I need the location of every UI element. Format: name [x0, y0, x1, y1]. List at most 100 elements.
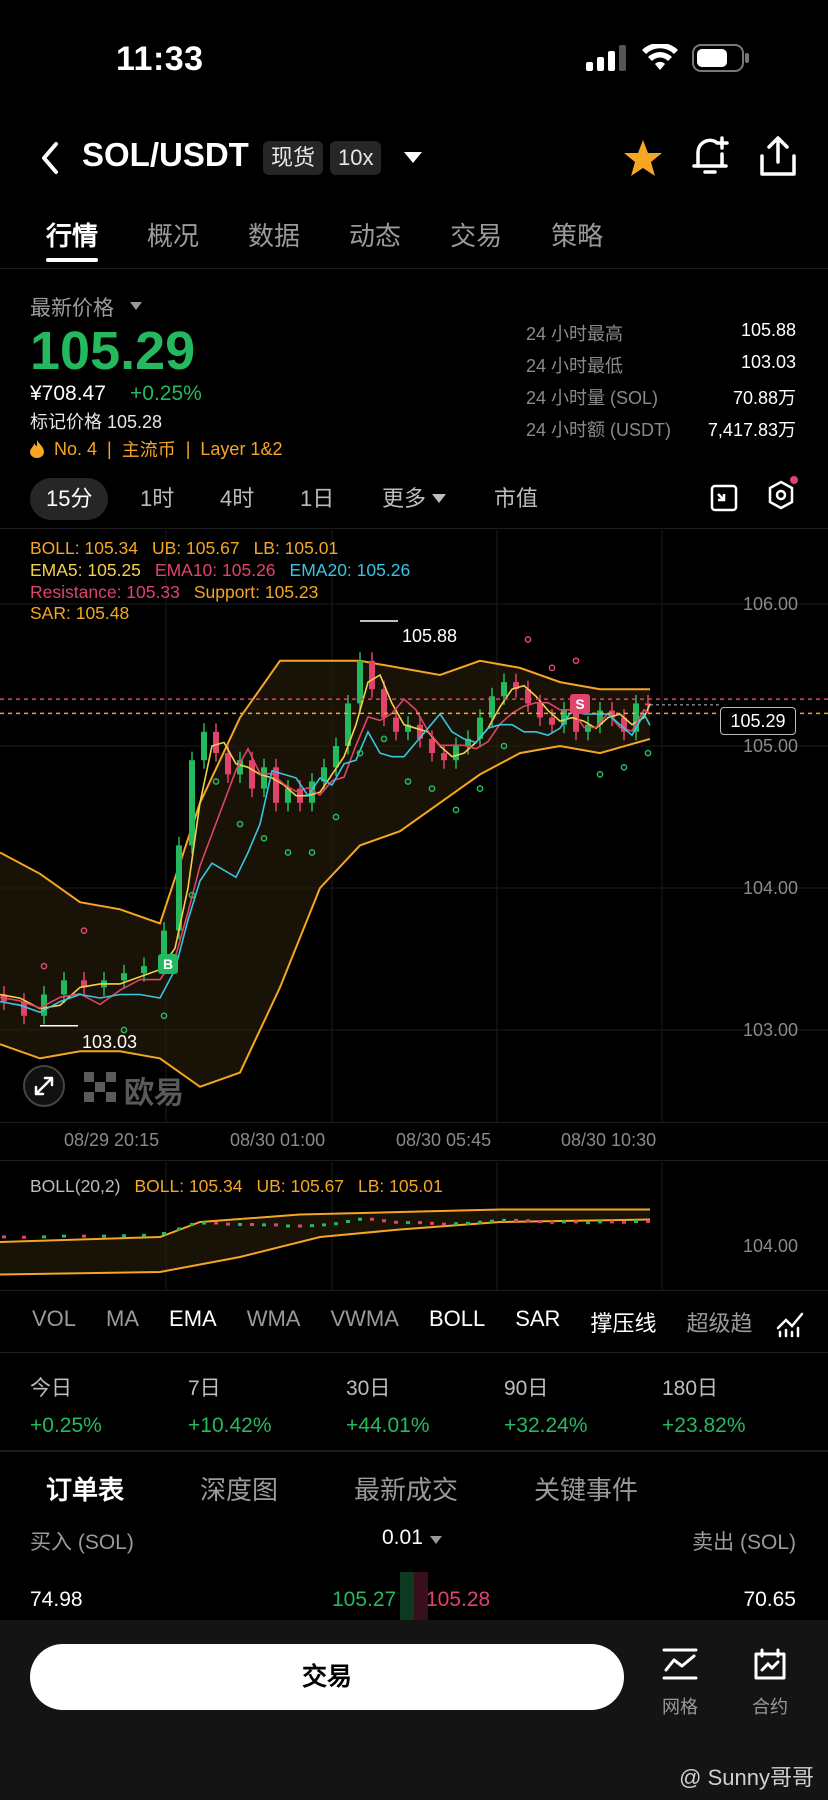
sub-candle [574, 1220, 578, 1224]
bid-price[interactable]: 105.27 [332, 1588, 396, 1612]
share-icon[interactable] [758, 134, 798, 178]
sub-candle [418, 1221, 422, 1225]
spot-tag: 现货 [263, 141, 324, 175]
stat-volume: 24 小时量 (SOL) 70.88万 [526, 388, 796, 408]
tf-1h[interactable]: 1时 [140, 478, 174, 520]
main-tabs: 行情 概况 数据 动态 交易 策略 [46, 216, 652, 253]
sub-candle [274, 1223, 278, 1227]
precision-select[interactable]: 0.01 [382, 1526, 423, 1550]
contract-button[interactable]: 合约 [730, 1646, 810, 1719]
tab-news[interactable]: 动态 [349, 216, 401, 253]
chart-settings-icon[interactable] [710, 484, 738, 512]
rank-tag[interactable]: No. 4 [54, 439, 97, 460]
category-tag[interactable]: 主流币 [122, 436, 176, 462]
candle-body [61, 980, 67, 995]
ind-tab-wma[interactable]: WMA [247, 1306, 301, 1338]
sub-candle [346, 1220, 350, 1223]
grid-trading-icon [662, 1648, 698, 1680]
sub-candle [82, 1234, 86, 1238]
ind-tab-sar[interactable]: SAR [515, 1306, 560, 1338]
star-icon[interactable] [622, 138, 664, 178]
back-icon[interactable] [36, 138, 66, 178]
latest-price-label[interactable]: 最新价格 [30, 292, 114, 322]
candle-body [501, 682, 507, 697]
chevron-down-icon[interactable] [432, 494, 446, 503]
trade-button[interactable]: 交易 [30, 1644, 624, 1710]
indicator-settings-icon[interactable] [764, 474, 800, 514]
sub-candle [478, 1220, 482, 1224]
x-tick: 08/30 05:45 [396, 1130, 492, 1150]
ind-tab-support-resistance[interactable]: 撑压线 [590, 1306, 656, 1338]
stat-turnover: 24 小时额 (USDT) 7,417.83万 [526, 420, 796, 440]
tab-strategy[interactable]: 策略 [551, 216, 603, 253]
candle-body [357, 660, 363, 704]
tab-market[interactable]: 行情 [46, 216, 98, 253]
tf-more[interactable]: 更多 [382, 478, 426, 520]
sar-dot [524, 636, 532, 643]
candle-body [441, 753, 447, 761]
tf-market-cap[interactable]: 市值 [494, 478, 538, 520]
sub-candle [454, 1222, 458, 1226]
indicator-chart-icon[interactable] [776, 1308, 804, 1338]
ind-tab-boll[interactable]: BOLL [429, 1306, 485, 1338]
ind-tab-ma[interactable]: MA [106, 1306, 139, 1338]
sub-candle [2, 1235, 6, 1239]
perf-7d: 7日 +10.42% [188, 1377, 272, 1437]
pair-dropdown-icon[interactable] [404, 152, 422, 163]
y-tick: 106.00 [742, 594, 798, 614]
layer-tag[interactable]: Layer 1&2 [200, 439, 282, 460]
tab-trade[interactable]: 交易 [450, 216, 502, 253]
pair-title[interactable]: SOL/USDT [82, 136, 249, 174]
tab-key-events[interactable]: 关键事件 [534, 1470, 638, 1507]
divider [0, 1450, 828, 1452]
buy-marker: B [158, 954, 178, 974]
candle-body [429, 738, 435, 754]
sub-candle [550, 1220, 554, 1224]
sell-qty[interactable]: 70.65 [743, 1588, 796, 1612]
tab-orderbook[interactable]: 订单表 [46, 1470, 124, 1507]
sub-candle [202, 1221, 206, 1225]
divider [0, 1160, 828, 1161]
chevron-down-icon[interactable] [130, 302, 142, 310]
sub-candle [502, 1218, 506, 1222]
candle-body [141, 966, 147, 974]
divider [0, 268, 828, 269]
tab-overview[interactable]: 概况 [147, 216, 199, 253]
sub-candle [102, 1234, 106, 1238]
stat-low: 24 小时最低 103.03 [526, 352, 796, 376]
sub-candle [622, 1220, 626, 1224]
ind-tab-supertrend[interactable]: 超级趋 [686, 1306, 752, 1338]
tab-depth[interactable]: 深度图 [200, 1470, 278, 1507]
sub-band-fill [0, 1209, 650, 1275]
y-tick: 104.00 [742, 878, 798, 898]
sub-candle [310, 1224, 314, 1228]
ind-tab-vwma[interactable]: VWMA [330, 1306, 398, 1338]
candle-body [201, 731, 207, 761]
divider [0, 528, 828, 529]
sub-candle [490, 1219, 494, 1223]
ind-tab-ema[interactable]: EMA [169, 1306, 217, 1338]
buy-qty[interactable]: 74.98 [30, 1588, 83, 1612]
sub-candle [214, 1221, 218, 1225]
tab-latest-trades[interactable]: 最新成交 [354, 1470, 458, 1507]
fullscreen-icon[interactable] [22, 1064, 66, 1108]
tf-1d[interactable]: 1日 [300, 478, 334, 520]
sar-dot [620, 763, 628, 771]
ind-tab-vol[interactable]: VOL [32, 1306, 76, 1338]
okx-logo-icon [84, 1072, 116, 1102]
cny-price: ¥708.47 [30, 382, 106, 405]
low-marker-label: 103.03 [82, 1032, 138, 1052]
perf-90d: 90日 +32.24% [504, 1377, 588, 1437]
candle-body [453, 746, 459, 761]
tf-15m[interactable]: 15分 [30, 478, 109, 520]
watermark: @ Sunny哥哥 [679, 1765, 814, 1790]
tf-4h[interactable]: 4时 [220, 478, 254, 520]
ask-price[interactable]: 105.28 [426, 1588, 490, 1612]
alert-add-icon[interactable] [690, 134, 730, 178]
chevron-down-icon[interactable] [430, 1536, 442, 1544]
sub-candle [177, 1227, 181, 1231]
tab-data[interactable]: 数据 [248, 216, 300, 253]
sub-candle [122, 1234, 126, 1238]
grid-button[interactable]: 网格 [640, 1646, 720, 1719]
sub-candle [514, 1218, 518, 1222]
